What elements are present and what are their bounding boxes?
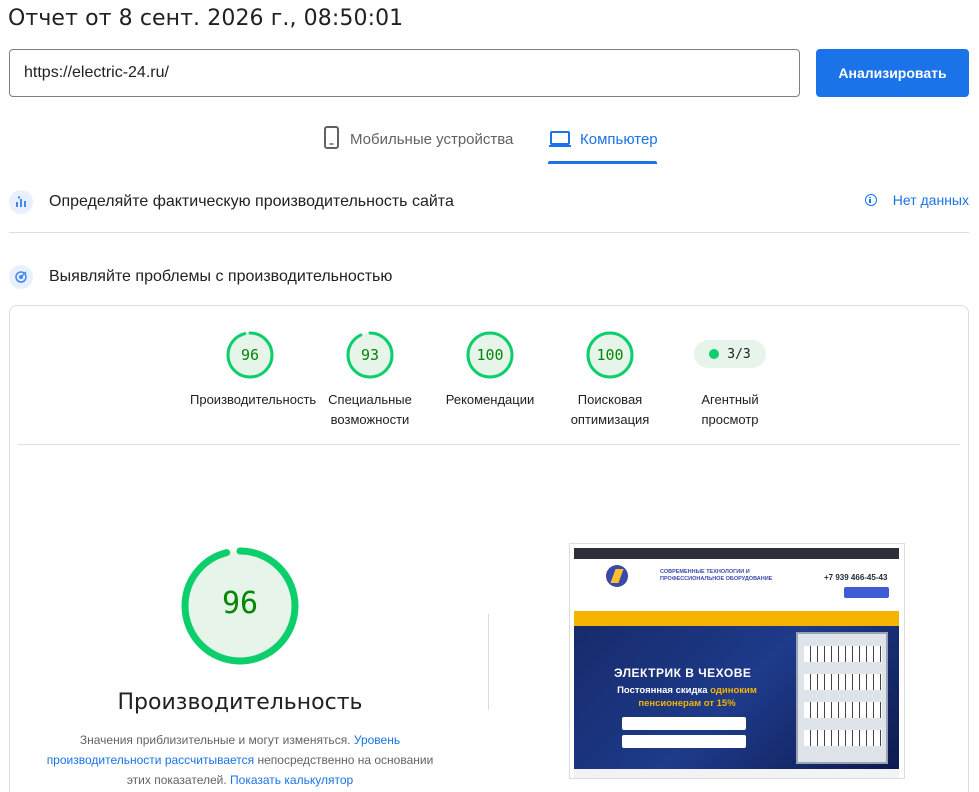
agentic-badge: 3/3 [694, 340, 766, 368]
screenshot-form-field [622, 735, 746, 748]
screenshot-hero-sub-1: Постоянная скидка [617, 685, 708, 696]
performance-note: Значения приблизительные и могут изменят… [40, 730, 440, 790]
agentic-label: Агентный просмотр [670, 390, 790, 430]
gauge-seo-label-2: оптимизация [570, 412, 650, 427]
no-data-label: Нет данных [892, 192, 969, 208]
screenshot-header-button [844, 587, 889, 598]
active-tab-indicator [548, 161, 657, 164]
vertical-divider [488, 614, 489, 710]
gauge-best-practices-label: Рекомендации [430, 390, 550, 410]
page-screenshot: СОВРЕМЕННЫЕ ТЕХНОЛОГИИ И ПРОФЕССИОНАЛЬНО… [569, 543, 905, 779]
laptop-icon [548, 124, 572, 154]
tab-desktop-label: Компьютер [580, 131, 658, 148]
lab-data-title: Выявляйте проблемы с производительностью [49, 268, 393, 285]
gauge-seo[interactable]: 100 Поисковая оптимизация [550, 330, 670, 430]
gauge-accessibility-label-1: Специальные [328, 392, 412, 407]
screenshot-hero-sub: Постоянная скидка одиноким пенсионерам о… [602, 684, 772, 710]
gauge-accessibility-label-2: возможности [330, 412, 410, 427]
gauge-best-practices[interactable]: 100 Рекомендации [430, 330, 550, 410]
smartphone-icon [322, 124, 342, 154]
gauge-accessibility-value: 93 [360, 346, 380, 364]
card-divider [18, 444, 960, 445]
gauge-best-practices-label-1: Рекомендации [445, 392, 535, 407]
agentic-label-1: Агентный [701, 392, 759, 407]
gauge-best-practices-value: 100 [476, 346, 504, 364]
breaker-row [804, 674, 882, 690]
screenshot-form-field [622, 717, 746, 730]
lab-data-section: Выявляйте проблемы с производительностью [9, 263, 969, 291]
screenshot-electric-panel [796, 632, 888, 764]
field-data-icon [9, 190, 33, 214]
tab-desktop[interactable]: Компьютер [548, 124, 658, 164]
no-data-link[interactable]: Нет данных [864, 192, 969, 208]
agentic-badge-value: 3/3 [727, 346, 751, 362]
lab-data-icon [9, 265, 33, 289]
screenshot-topbar [574, 548, 899, 559]
device-tabs: Мобильные устройства Компьютер [0, 124, 979, 164]
gauge-performance-label: Производительность [190, 390, 316, 410]
gauge-performance-label-1: Производительность [190, 392, 317, 407]
breaker-row [804, 646, 882, 662]
screenshot-nav [574, 611, 899, 626]
screenshot-hero-title: ЭЛЕКТРИК В ЧЕХОВЕ [614, 666, 752, 680]
performance-score: 96 [221, 586, 259, 621]
gauge-seo-value: 100 [596, 346, 624, 364]
show-calculator-link[interactable]: Показать калькулятор [230, 773, 353, 787]
gauge-seo-label: Поисковая оптимизация [550, 390, 670, 430]
screenshot-footer [574, 769, 899, 778]
agentic-label-2: просмотр [701, 412, 759, 427]
gauge-performance[interactable]: 96 Производительность [190, 330, 316, 410]
score-gauges: 96 Производительность 93 Специальные возм… [10, 330, 970, 440]
field-data-title: Определяйте фактическую производительнос… [49, 193, 454, 210]
performance-title: Производительность [117, 690, 363, 715]
gauge-seo-label-1: Поисковая [577, 392, 643, 407]
screenshot-hero: ЭЛЕКТРИК В ЧЕХОВЕ Постоянная скидка один… [574, 626, 899, 769]
gauge-performance-value: 96 [240, 346, 260, 364]
screenshot-header: СОВРЕМЕННЫЕ ТЕХНОЛОГИИ И ПРОФЕССИОНАЛЬНО… [574, 559, 899, 611]
tab-mobile[interactable]: Мобильные устройства [322, 124, 513, 164]
section-divider [9, 232, 969, 233]
breaker-row [804, 702, 882, 718]
pass-dot-icon [709, 349, 720, 359]
gauge-accessibility-label: Специальные возможности [310, 390, 430, 430]
gauge-accessibility[interactable]: 93 Специальные возможности [310, 330, 430, 430]
tab-mobile-label: Мобильные устройства [350, 131, 514, 148]
field-data-section: Определяйте фактическую производительнос… [9, 188, 969, 216]
screenshot-tagline: СОВРЕМЕННЫЕ ТЕХНОЛОГИИ И ПРОФЕССИОНАЛЬНО… [660, 569, 773, 582]
report-title: Отчет от 8 сент. 2026 г., 08:50:01 [8, 6, 404, 31]
scores-card: 96 Производительность 93 Специальные возм… [9, 305, 969, 792]
breaker-row [804, 730, 882, 746]
note-prefix: Значения приблизительные и могут изменят… [79, 733, 351, 747]
screenshot-phone: +7 939 466-45-43 [824, 573, 888, 582]
url-input[interactable] [9, 49, 800, 97]
analyze-button[interactable]: Анализировать [816, 49, 969, 97]
agentic-browsing[interactable]: 3/3 Агентный просмотр [670, 330, 790, 430]
info-icon [864, 194, 877, 206]
site-logo-icon [606, 565, 628, 587]
